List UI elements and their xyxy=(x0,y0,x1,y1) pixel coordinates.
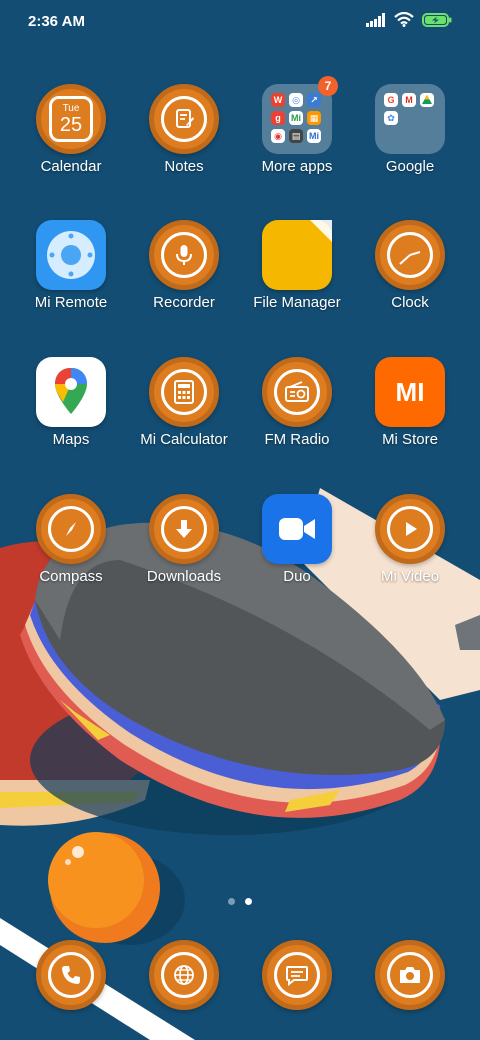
app-label: Mi Calculator xyxy=(140,431,228,448)
app-label: File Manager xyxy=(253,294,341,311)
app-fm-radio[interactable]: FM Radio xyxy=(242,357,352,448)
page-indicator xyxy=(228,898,252,905)
app-label: More apps xyxy=(261,158,333,175)
page-dot-active[interactable] xyxy=(245,898,252,905)
download-icon xyxy=(149,494,219,564)
browser-icon xyxy=(149,940,219,1010)
calculator-icon xyxy=(149,357,219,427)
app-clock[interactable]: Clock xyxy=(355,220,465,311)
app-mi-calculator[interactable]: Mi Calculator xyxy=(129,357,239,448)
page-dot[interactable] xyxy=(228,898,235,905)
video-camera-icon xyxy=(262,494,332,564)
app-label: Mi Remote xyxy=(34,294,108,311)
app-label: Compass xyxy=(39,568,103,585)
notification-badge: 7 xyxy=(318,76,338,96)
status-bar: 2:36 AM xyxy=(0,0,480,44)
dock-phone[interactable] xyxy=(36,940,106,1010)
app-calendar[interactable]: Tue 25 Calendar xyxy=(16,84,126,175)
signal-icon xyxy=(366,12,385,27)
app-notes[interactable]: Notes xyxy=(129,84,239,175)
mi-store-icon: MI xyxy=(375,357,445,427)
dock-browser[interactable] xyxy=(149,940,219,1010)
maps-icon xyxy=(36,357,106,427)
app-label: Mi Store xyxy=(382,431,438,448)
remote-icon xyxy=(36,220,106,290)
app-label: Recorder xyxy=(153,294,215,311)
calendar-day: Tue xyxy=(62,102,80,114)
app-label: Mi Video xyxy=(380,568,440,585)
wifi-icon xyxy=(394,12,414,27)
app-folder-google[interactable]: G M ✿ Google xyxy=(355,84,465,175)
app-mi-video[interactable]: Mi Video xyxy=(355,494,465,585)
play-icon xyxy=(375,494,445,564)
messages-icon xyxy=(262,940,332,1010)
folder-icon: W ◎ ↗ g Mi ▦ ◉ ▤ Mi xyxy=(262,84,332,154)
app-label: Maps xyxy=(52,431,90,448)
app-folder-more-apps[interactable]: W ◎ ↗ g Mi ▦ ◉ ▤ Mi 7 More apps xyxy=(242,76,352,175)
status-time: 2:36 AM xyxy=(28,13,85,30)
compass-icon xyxy=(36,494,106,564)
phone-icon xyxy=(36,940,106,1010)
app-label: Duo xyxy=(283,568,311,585)
app-label: Clock xyxy=(391,294,429,311)
clock-icon xyxy=(375,220,445,290)
app-label: Notes xyxy=(164,158,204,175)
app-label: FM Radio xyxy=(264,431,330,448)
app-mi-store[interactable]: MI Mi Store xyxy=(355,357,465,448)
app-label: Downloads xyxy=(146,568,222,585)
calendar-icon: Tue 25 xyxy=(36,84,106,154)
mi-logo-text: MI xyxy=(395,376,425,407)
app-compass[interactable]: Compass xyxy=(16,494,126,585)
app-mi-remote[interactable]: Mi Remote xyxy=(16,220,126,311)
radio-icon xyxy=(262,357,332,427)
app-label: Google xyxy=(385,158,435,175)
calendar-date: 25 xyxy=(59,113,83,136)
camera-icon xyxy=(375,940,445,1010)
app-recorder[interactable]: Recorder xyxy=(129,220,239,311)
file-manager-icon xyxy=(262,220,332,290)
battery-charging-icon xyxy=(422,12,452,27)
folder-icon: G M ✿ xyxy=(375,84,445,154)
dock-camera[interactable] xyxy=(375,940,445,1010)
notes-icon xyxy=(149,84,219,154)
app-maps[interactable]: Maps xyxy=(16,357,126,448)
app-file-manager[interactable]: File Manager xyxy=(242,220,352,311)
app-downloads[interactable]: Downloads xyxy=(129,494,239,585)
microphone-icon xyxy=(149,220,219,290)
app-duo[interactable]: Duo xyxy=(242,494,352,585)
app-label: Calendar xyxy=(40,158,102,175)
dock-messages[interactable] xyxy=(262,940,332,1010)
